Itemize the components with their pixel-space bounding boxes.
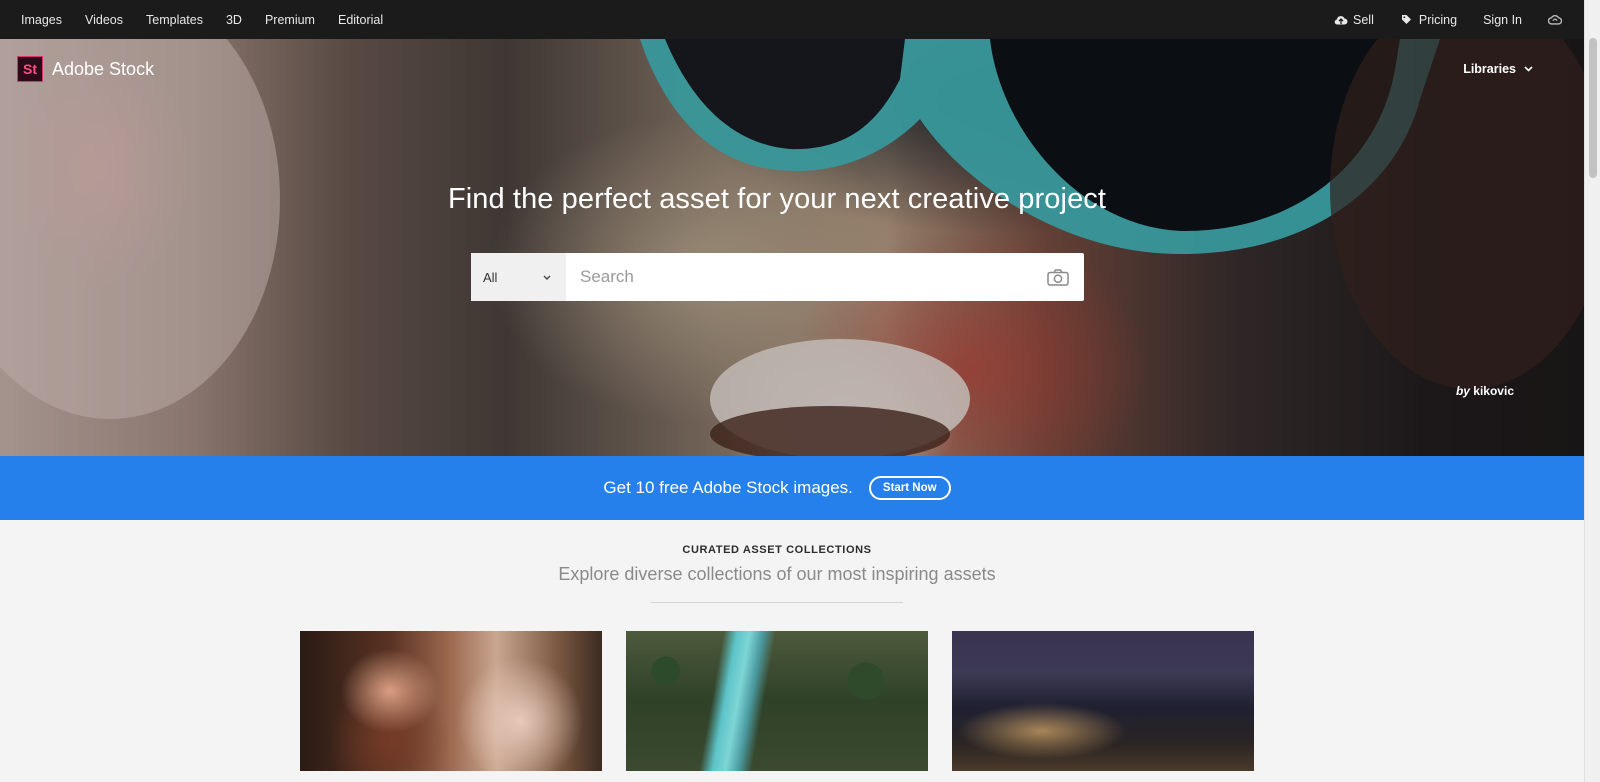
cloud-upload-icon [1334,13,1348,27]
search-category-select[interactable]: All [471,253,566,301]
sell-link[interactable]: Sell [1334,13,1374,27]
hero-overlay [0,39,1584,456]
nav-videos[interactable]: Videos [85,13,123,27]
libraries-menu[interactable]: Libraries [1463,62,1535,76]
nav-premium[interactable]: Premium [265,13,315,27]
promo-banner: Get 10 free Adobe Stock images. Start No… [0,456,1554,520]
creative-cloud-button[interactable] [1548,13,1562,27]
section-eyebrow: CURATED ASSET COLLECTIONS [682,544,872,556]
section-divider [651,602,903,603]
chevron-down-icon [1521,62,1535,76]
nav-editorial[interactable]: Editorial [338,13,383,27]
sell-label: Sell [1353,12,1374,27]
tag-icon [1400,13,1414,27]
libraries-label: Libraries [1463,62,1516,76]
creative-cloud-icon [1548,13,1562,27]
promo-text: Get 10 free Adobe Stock images. [603,478,853,497]
logo-mark: St [17,56,43,82]
collection-card-aerial-river[interactable] [626,631,928,771]
collection-card-friends[interactable] [300,631,602,771]
photo-credit[interactable]: by kikovic [1456,384,1514,398]
camera-icon [1047,268,1069,286]
top-nav: Images Videos Templates 3D Premium Edito… [0,0,1584,39]
nav-images[interactable]: Images [21,13,62,27]
hero-banner: St Adobe Stock Libraries Find the perfec… [0,39,1584,456]
nav-3d[interactable]: 3D [226,13,242,27]
logo-name: Adobe Stock [52,58,155,79]
search-bar: All [471,253,1084,301]
top-nav-left: Images Videos Templates 3D Premium Edito… [0,13,406,27]
promo-banner-edge [1554,456,1584,520]
collection-cards [300,631,1254,771]
pricing-label: Pricing [1418,12,1458,27]
visual-search-button[interactable] [1032,253,1084,301]
search-category-value: All [483,269,498,285]
page-scrollbar[interactable] [1584,0,1600,782]
nav-templates[interactable]: Templates [146,13,203,27]
scrollbar-thumb[interactable] [1589,38,1597,178]
collection-card-city-night[interactable] [952,631,1254,771]
credit-author: kikovic [1473,384,1514,398]
top-nav-right: Sell Pricing Sign In [1308,13,1584,27]
chevron-down-icon [540,270,554,284]
credit-by: by [1455,384,1470,398]
adobe-stock-logo[interactable]: St Adobe Stock [17,56,154,82]
section-subtitle: Explore diverse collections of our most … [558,564,996,584]
hero-headline: Find the perfect asset for your next cre… [447,183,1107,215]
search-input[interactable] [566,253,1032,301]
pricing-link[interactable]: Pricing [1400,13,1457,27]
sign-in-link[interactable]: Sign In [1483,13,1522,27]
start-now-button[interactable]: Start Now [868,476,951,500]
curated-collections-section: CURATED ASSET COLLECTIONS Explore divers… [0,520,1554,782]
